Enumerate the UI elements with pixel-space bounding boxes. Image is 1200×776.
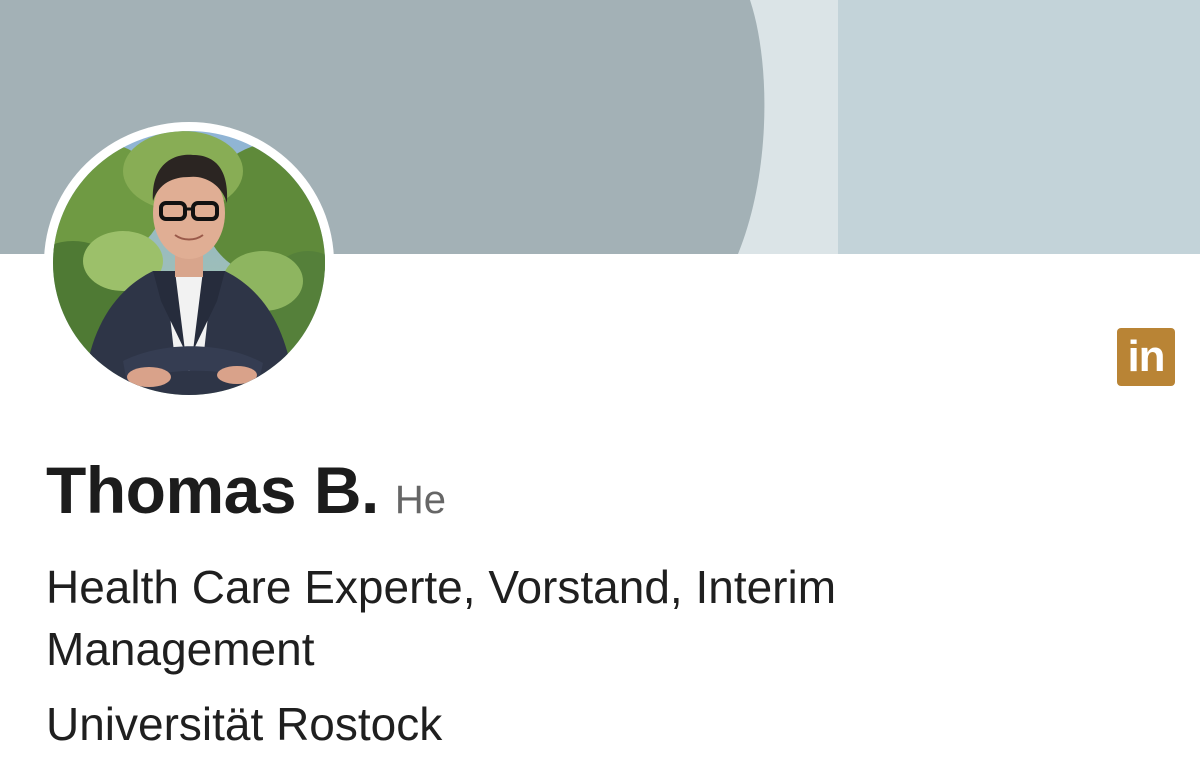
- profile-education[interactable]: Universität Rostock: [46, 696, 442, 752]
- linkedin-icon[interactable]: in: [1117, 328, 1175, 386]
- profile-name[interactable]: Thomas B.: [46, 452, 379, 528]
- profile-photo-image: [53, 131, 325, 395]
- profile-avatar[interactable]: [44, 122, 334, 404]
- name-row: Thomas B. He: [46, 452, 446, 528]
- profile-card: in Thomas B. He Health Care Experte, Vor…: [0, 0, 1200, 776]
- profile-photo: [53, 131, 325, 395]
- profile-pronoun: He: [394, 478, 447, 522]
- linkedin-badge-label: in: [1127, 332, 1165, 381]
- profile-headline: Health Care Experte, Vorstand, Interim M…: [46, 561, 837, 675]
